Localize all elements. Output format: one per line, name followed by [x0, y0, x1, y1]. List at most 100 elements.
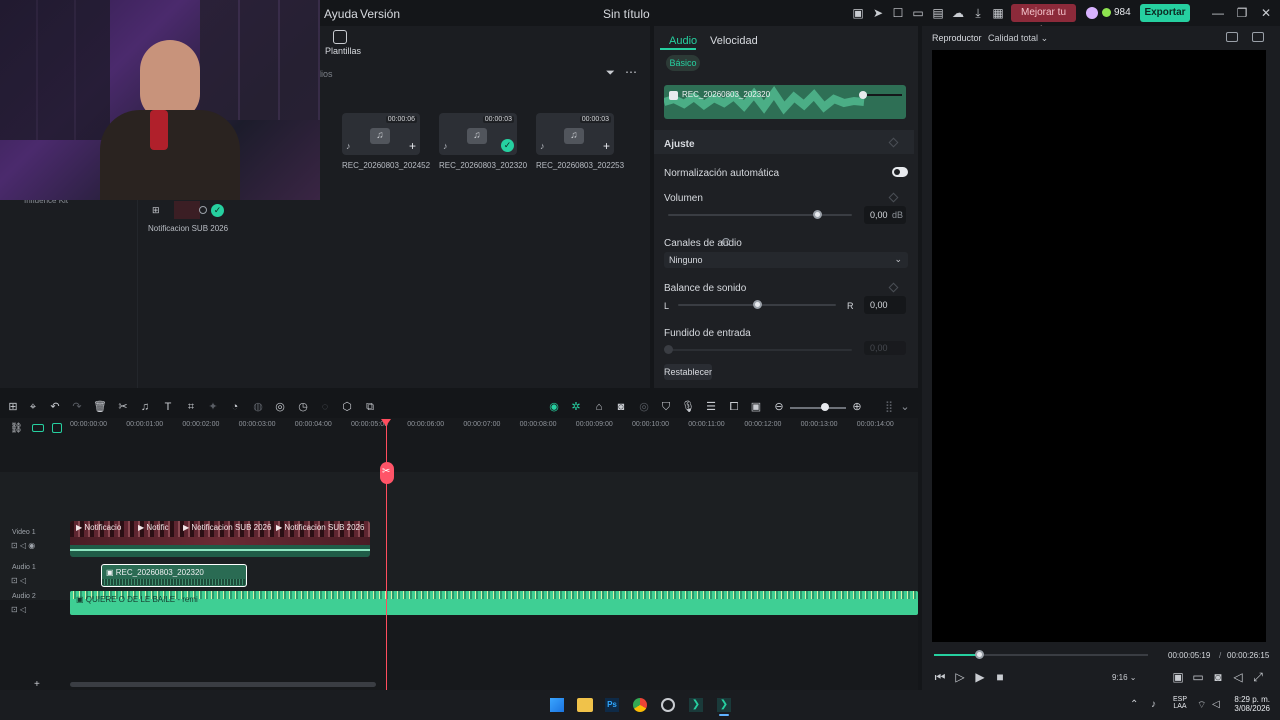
balance-slider-knob[interactable] — [753, 300, 762, 309]
basic-chip[interactable]: Básico — [666, 55, 700, 71]
templates-icon[interactable] — [333, 30, 347, 44]
credits-badge[interactable]: 984 — [1084, 4, 1132, 22]
zoom-in-icon[interactable]: ⊕ — [850, 400, 864, 414]
menu-version[interactable]: Versión — [360, 7, 400, 21]
wifi-icon[interactable]: ⌔ — [1197, 699, 1206, 712]
snapshot-icon[interactable]: ◙ — [1210, 669, 1226, 685]
gift-icon[interactable]: ▣ — [850, 5, 866, 21]
preview-screen[interactable] — [932, 50, 1266, 642]
volume-slider-knob[interactable] — [813, 210, 822, 219]
chrome-icon[interactable] — [633, 698, 647, 712]
color-icon[interactable]: ◍ — [251, 400, 265, 414]
more-tools-icon[interactable]: ⧉ — [363, 400, 377, 414]
playhead[interactable] — [386, 420, 387, 690]
fade-in-slider-knob[interactable] — [664, 345, 673, 354]
media-item-sub[interactable]: ⊞ ✓ — [148, 201, 226, 221]
media-item[interactable]: 00:00:03 ♫ ♪ ✓ — [439, 113, 517, 155]
tab-templates[interactable]: Plantillas — [325, 46, 361, 56]
snap-icon[interactable]: ⌂ — [592, 400, 606, 414]
audio1-clip[interactable]: ▣ REC_20260803_202320 — [101, 564, 247, 587]
track-controls[interactable]: ⊡ ◁ — [11, 605, 26, 614]
auto-normalize-toggle[interactable] — [892, 167, 908, 177]
audio-mixer-icon[interactable]: ☰ — [704, 400, 718, 414]
track-controls[interactable]: ⊡ ◁ ◉ — [11, 541, 35, 550]
redo-icon[interactable]: ↷ — [70, 400, 84, 414]
fade-in-value[interactable]: 0,00 — [864, 341, 906, 355]
zoom-out-icon[interactable]: ⊖ — [772, 400, 786, 414]
upgrade-plan-button[interactable]: Mejorar tu Plan — [1011, 4, 1076, 36]
track-add-icon[interactable] — [32, 424, 44, 432]
quality-select[interactable]: Calidad total ⌄ — [988, 33, 1048, 44]
clock[interactable]: 8:29 p. m. 3/08/2026 — [1230, 695, 1270, 713]
feedback-icon[interactable]: ☐ — [890, 5, 906, 21]
stabilize-icon[interactable]: ◎ — [273, 400, 287, 414]
channels-select[interactable]: Ninguno ⌄ — [664, 252, 908, 268]
maximize-icon[interactable]: ❐ — [1234, 5, 1250, 21]
timeline-scrollbar[interactable] — [70, 682, 376, 687]
filter-icon[interactable]: ⏷ — [606, 67, 615, 80]
info-icon[interactable]: i — [722, 238, 730, 246]
speed-icon[interactable]: ◔ — [228, 400, 242, 414]
timer-icon[interactable]: ◷ — [296, 400, 310, 414]
play-backward-icon[interactable]: ▷ — [952, 669, 968, 685]
delete-icon[interactable]: 🗑 — [93, 400, 107, 414]
minimize-icon[interactable]: — — [1210, 5, 1226, 21]
magnet-icon[interactable] — [52, 423, 62, 433]
layout-icon[interactable]: ⊞ — [6, 400, 20, 414]
scope-icon[interactable] — [1252, 32, 1264, 42]
export-button[interactable]: Exportar ⌄ — [1140, 4, 1190, 36]
cloud-icon[interactable]: ☁ — [950, 5, 966, 21]
link-icon[interactable]: ⛓ — [10, 423, 23, 434]
close-icon[interactable]: ✕ — [1258, 5, 1274, 21]
apps-icon[interactable]: ▦ — [990, 5, 1006, 21]
prev-frame-icon[interactable]: ⏮ — [932, 669, 948, 685]
screen-icon[interactable]: ▭ — [910, 5, 926, 21]
volume-icon[interactable]: ◁ — [1230, 669, 1246, 685]
mask-icon[interactable]: ◌ — [318, 400, 332, 414]
mic-tray-icon[interactable]: ♪ — [1151, 699, 1156, 710]
gallery-icon[interactable] — [1226, 32, 1238, 42]
photoshop-icon[interactable]: Ps — [605, 698, 619, 712]
group-icon[interactable]: ⬡ — [340, 400, 354, 414]
render-icon[interactable]: ◉ — [547, 400, 561, 414]
obs-icon[interactable] — [661, 698, 675, 712]
replace-icon[interactable]: ⧠ — [727, 400, 741, 414]
track-controls[interactable]: ⊡ ◁ — [11, 576, 26, 585]
display-icon[interactable]: ▭ — [1190, 669, 1206, 685]
tab-speed[interactable]: Velocidad — [710, 35, 758, 47]
chevron-down-icon[interactable]: ⌄ — [898, 400, 912, 414]
media-item[interactable]: 00:00:03 ♫ ♪ + — [536, 113, 614, 155]
balance-value[interactable]: 0,00 — [864, 296, 906, 314]
grid-icon[interactable]: ⣿ — [882, 400, 896, 414]
cut-icon[interactable]: ✂ — [116, 400, 130, 414]
reset-button[interactable]: Restablecer — [664, 364, 712, 380]
add-icon[interactable]: + — [603, 139, 610, 153]
more-options-icon[interactable]: ⋯ — [625, 65, 637, 79]
detect-icon[interactable]: ◎ — [637, 400, 651, 414]
fade-in-slider-track[interactable] — [668, 349, 852, 351]
select-icon[interactable]: ⌖ — [26, 400, 40, 414]
menu-help[interactable]: Ayuda — [324, 7, 358, 21]
chevron-up-icon[interactable]: ⌃ — [1130, 699, 1138, 710]
windows-start-icon[interactable] — [550, 698, 564, 712]
progress-knob[interactable] — [974, 650, 984, 659]
playhead-handle[interactable]: ✂ — [380, 462, 394, 484]
audio-edit-icon[interactable]: ♫ — [138, 400, 152, 414]
aspect-select[interactable]: 9:16 ⌄ — [1112, 673, 1137, 682]
volume-slider-track[interactable] — [668, 214, 852, 216]
waveform-knob[interactable] — [859, 91, 867, 99]
camera-icon[interactable]: ◙ — [614, 400, 628, 414]
mic-icon[interactable]: 🎙 — [681, 400, 695, 414]
marker-icon[interactable]: ▣ — [1170, 669, 1186, 685]
shield-icon[interactable]: ⛉ — [659, 400, 673, 414]
fullscreen-icon[interactable]: ⤢ — [1250, 669, 1266, 685]
effects-icon[interactable]: ✦ — [206, 400, 220, 414]
volume-value[interactable]: 0,00 dB — [864, 206, 906, 224]
stop-icon[interactable]: ■ — [992, 669, 1008, 685]
speaker-icon[interactable]: ◁ — [1212, 699, 1220, 710]
send-icon[interactable]: ➤ — [870, 5, 886, 21]
filmora-icon[interactable]: ❯ — [689, 698, 703, 712]
text-icon[interactable]: T — [161, 400, 175, 414]
tab-audio[interactable]: Audio — [669, 35, 697, 47]
video-clip-group[interactable]: ▶ Notificacio ▶ Notific ▶ Notificacion S… — [70, 521, 370, 557]
